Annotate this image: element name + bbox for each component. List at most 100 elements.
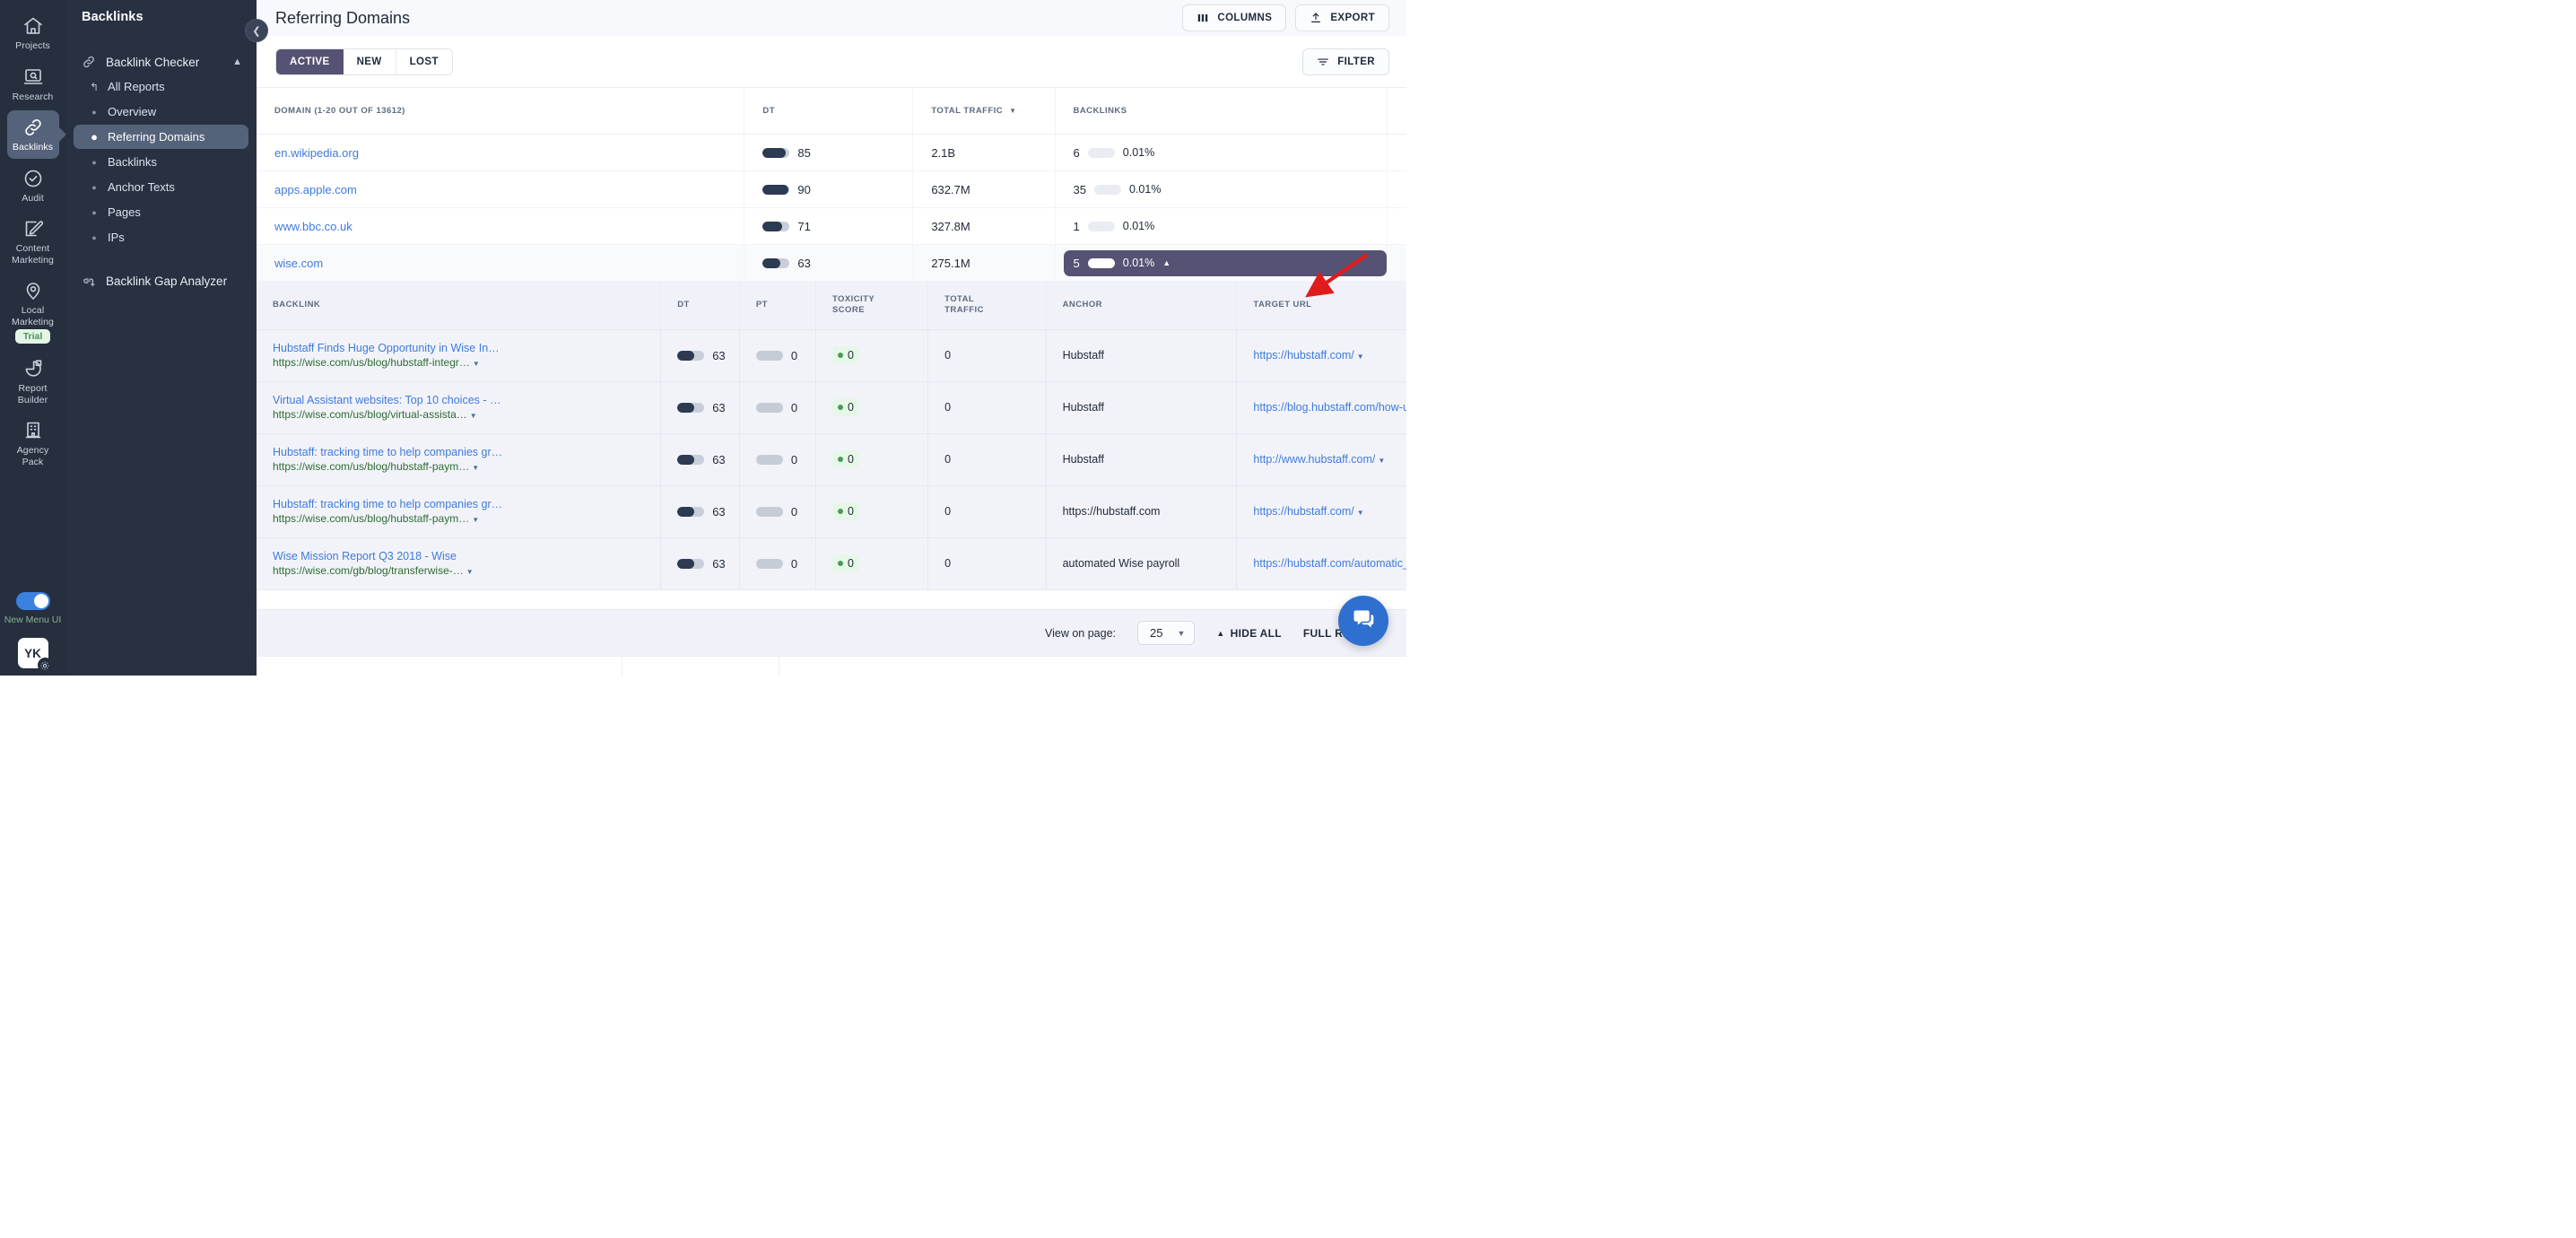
domain-link[interactable]: www.bbc.co.uk bbox=[274, 220, 352, 233]
col-dt[interactable]: DT bbox=[744, 87, 914, 135]
table-row[interactable]: apps.apple.com 90 632.7M 35 0.01% 17 Oct… bbox=[257, 170, 1406, 208]
bullet-icon: ● bbox=[91, 130, 98, 144]
table-row[interactable]: www.bbc.co.uk 71 327.8M 1 0.01% 30 Oct 2… bbox=[257, 207, 1406, 245]
gear-icon[interactable] bbox=[37, 658, 53, 673]
chevron-down-icon[interactable]: ▼ bbox=[472, 464, 479, 472]
dt-bar bbox=[677, 506, 705, 517]
sidebar-item-all-reports[interactable]: ↰ All Reports bbox=[74, 74, 248, 99]
backlink-title-link[interactable]: Hubstaff: tracking time to help companie… bbox=[273, 497, 660, 511]
chevron-down-icon[interactable]: ▼ bbox=[472, 516, 479, 524]
col-domain[interactable]: DOMAIN (1-20 OUT OF 13612) bbox=[257, 87, 745, 135]
tab-active[interactable]: ACTIVE bbox=[276, 49, 344, 74]
sidebar-item-audit[interactable]: Audit bbox=[7, 161, 59, 210]
backlink-url[interactable]: https://wise.com/us/blog/hubstaff-integr… bbox=[273, 356, 470, 369]
col-target-url[interactable]: TARGET URL bbox=[1236, 282, 1406, 330]
subtable-row[interactable]: Hubstaff Finds Huge Opportunity in Wise … bbox=[257, 329, 1406, 382]
sidebar-item-ips[interactable]: ● IPs bbox=[74, 225, 248, 249]
cell-toxicity: 0 bbox=[815, 537, 929, 590]
target-url-link[interactable]: https://blog.hubstaff.com/how-upwor… bbox=[1253, 401, 1406, 414]
page-header: Referring Domains COLUMNS EXPORT bbox=[257, 0, 1406, 36]
cell-dt: 63 bbox=[744, 244, 914, 282]
chevron-down-icon[interactable]: ▼ bbox=[470, 412, 477, 420]
chevron-up-icon[interactable]: ▲ bbox=[232, 57, 242, 67]
filters-toolbar: ACTIVE NEW LOST FILTER bbox=[257, 36, 1406, 87]
sidebar-item-local-marketing[interactable]: Local Marketing Trial bbox=[7, 274, 59, 349]
backlink-url[interactable]: https://wise.com/gb/blog/transferwise-… bbox=[273, 564, 464, 577]
filter-button[interactable]: FILTER bbox=[1302, 48, 1389, 75]
chevron-down-icon[interactable]: ▼ bbox=[1357, 509, 1364, 517]
col-first-seen[interactable]: FIRST SEEN bbox=[1387, 87, 1406, 135]
toxicity-value: 0 bbox=[847, 557, 854, 570]
backlinks-count: 1 bbox=[1073, 219, 1080, 233]
col-backlinks[interactable]: BACKLINKS bbox=[1055, 87, 1388, 135]
sidebar-item-backlinks[interactable]: Backlinks bbox=[6, 110, 59, 159]
col-toxicity-score[interactable]: TOXICITY SCORE bbox=[815, 282, 929, 330]
columns-button[interactable]: COLUMNS bbox=[1182, 4, 1287, 31]
chat-support-button[interactable] bbox=[1338, 596, 1388, 646]
sidebar-item-research[interactable]: Research bbox=[7, 60, 59, 109]
chevron-down-icon[interactable]: ▼ bbox=[466, 568, 474, 576]
link-plus-icon bbox=[82, 274, 96, 288]
new-menu-ui-toggle[interactable] bbox=[15, 592, 50, 610]
sidebar-item-referring-domains[interactable]: ● Referring Domains bbox=[74, 125, 248, 149]
chevron-down-icon[interactable]: ▼ bbox=[473, 360, 480, 368]
expanded-backlinks-toggle[interactable]: 5 0.01% ▲ bbox=[1063, 249, 1388, 276]
backlinks-bar bbox=[1094, 184, 1121, 195]
col-anchor[interactable]: ANCHOR bbox=[1046, 282, 1238, 330]
sidebar-item-pages[interactable]: ● Pages bbox=[74, 200, 248, 224]
cell-backlink: Virtual Assistant websites: Top 10 choic… bbox=[257, 381, 662, 434]
chevron-down-icon[interactable]: ▼ bbox=[1378, 457, 1385, 465]
cell-toxicity: 0 bbox=[815, 485, 929, 538]
table-row[interactable]: en.wikipedia.org 85 2.1B 6 0.01% 20 Jul … bbox=[257, 134, 1406, 171]
subtable-row[interactable]: Hubstaff: tracking time to help companie… bbox=[257, 433, 1406, 486]
col-backlink[interactable]: BACKLINK bbox=[257, 282, 662, 330]
col-total-traffic-label: TOTAL TRAFFIC bbox=[931, 106, 1004, 116]
sidebar-item-report-builder[interactable]: Report Builder bbox=[7, 352, 59, 411]
toxicity-value: 0 bbox=[847, 349, 854, 362]
per-page-select[interactable]: 25 ▼ bbox=[1137, 621, 1196, 645]
collapse-panel-button[interactable]: ❮ bbox=[245, 19, 268, 42]
panel-group-header[interactable]: Backlink Checker ▲ bbox=[65, 50, 257, 74]
tab-lost[interactable]: LOST bbox=[395, 49, 452, 74]
backlink-title-link[interactable]: Hubstaff: tracking time to help companie… bbox=[273, 445, 660, 459]
sidebar-item-backlink-gap-analyzer[interactable]: Backlink Gap Analyzer bbox=[65, 269, 257, 292]
cell-dt: 85 bbox=[744, 134, 914, 171]
col-dt[interactable]: DT bbox=[660, 282, 740, 330]
export-button[interactable]: EXPORT bbox=[1295, 4, 1389, 31]
backlink-url[interactable]: https://wise.com/us/blog/virtual-assista… bbox=[273, 408, 467, 421]
sidebar-item-backlinks-sub[interactable]: ● Backlinks bbox=[74, 150, 248, 174]
subtable-row[interactable]: Virtual Assistant websites: Top 10 choic… bbox=[257, 381, 1406, 434]
subtable-row[interactable]: Hubstaff: tracking time to help companie… bbox=[257, 485, 1406, 538]
backlink-title-link[interactable]: Wise Mission Report Q3 2018 - Wise bbox=[273, 549, 660, 563]
trial-badge: Trial bbox=[14, 329, 51, 344]
backlink-title-link[interactable]: Virtual Assistant websites: Top 10 choic… bbox=[273, 393, 660, 407]
subtable-row[interactable]: Wise Mission Report Q3 2018 - Wise https… bbox=[257, 537, 1406, 590]
backlink-url[interactable]: https://wise.com/us/blog/hubstaff-paym… bbox=[273, 460, 469, 473]
chevron-down-icon[interactable]: ▼ bbox=[1357, 353, 1364, 361]
dt-value: 63 bbox=[712, 556, 726, 571]
target-url-link[interactable]: https://hubstaff.com/ bbox=[1253, 349, 1353, 362]
domain-link[interactable]: wise.com bbox=[274, 257, 323, 270]
domain-link[interactable]: apps.apple.com bbox=[274, 183, 357, 196]
target-url-link[interactable]: http://www.hubstaff.com/ bbox=[1253, 453, 1375, 466]
col-total-traffic[interactable]: TOTAL TRAFFIC bbox=[927, 282, 1047, 330]
col-total-traffic[interactable]: TOTAL TRAFFIC ▼ bbox=[912, 87, 1056, 135]
hide-all-button[interactable]: ▲ HIDE ALL bbox=[1216, 627, 1282, 640]
tab-new[interactable]: NEW bbox=[343, 49, 396, 74]
col-pt[interactable]: PT bbox=[739, 282, 816, 330]
backlink-url[interactable]: https://wise.com/us/blog/hubstaff-paym… bbox=[273, 512, 469, 525]
sidebar-item-agency-pack[interactable]: Agency Pack bbox=[7, 414, 59, 473]
sidebar-item-content-marketing[interactable]: Content Marketing bbox=[7, 212, 59, 271]
export-button-label: EXPORT bbox=[1330, 13, 1375, 23]
sidebar-item-overview[interactable]: ● Overview bbox=[74, 100, 248, 124]
target-url-link[interactable]: https://hubstaff.com/automatic_trans… bbox=[1253, 557, 1406, 570]
avatar-wrapper[interactable]: YK bbox=[17, 638, 53, 673]
domain-link[interactable]: en.wikipedia.org bbox=[274, 146, 359, 160]
target-url-link[interactable]: https://hubstaff.com/ bbox=[1253, 505, 1353, 518]
sidebar-item-anchor-texts[interactable]: ● Anchor Texts bbox=[74, 175, 248, 199]
backlink-url-wrap: https://wise.com/us/blog/virtual-assista… bbox=[273, 407, 660, 423]
sub-item-label: Referring Domains bbox=[108, 130, 205, 144]
table-row[interactable]: wise.com 63 275.1M 5 0.01% ▲ 15 Apr 2021 bbox=[257, 244, 1406, 282]
backlink-title-link[interactable]: Hubstaff Finds Huge Opportunity in Wise … bbox=[273, 341, 660, 355]
sidebar-item-projects[interactable]: Projects bbox=[7, 9, 59, 57]
